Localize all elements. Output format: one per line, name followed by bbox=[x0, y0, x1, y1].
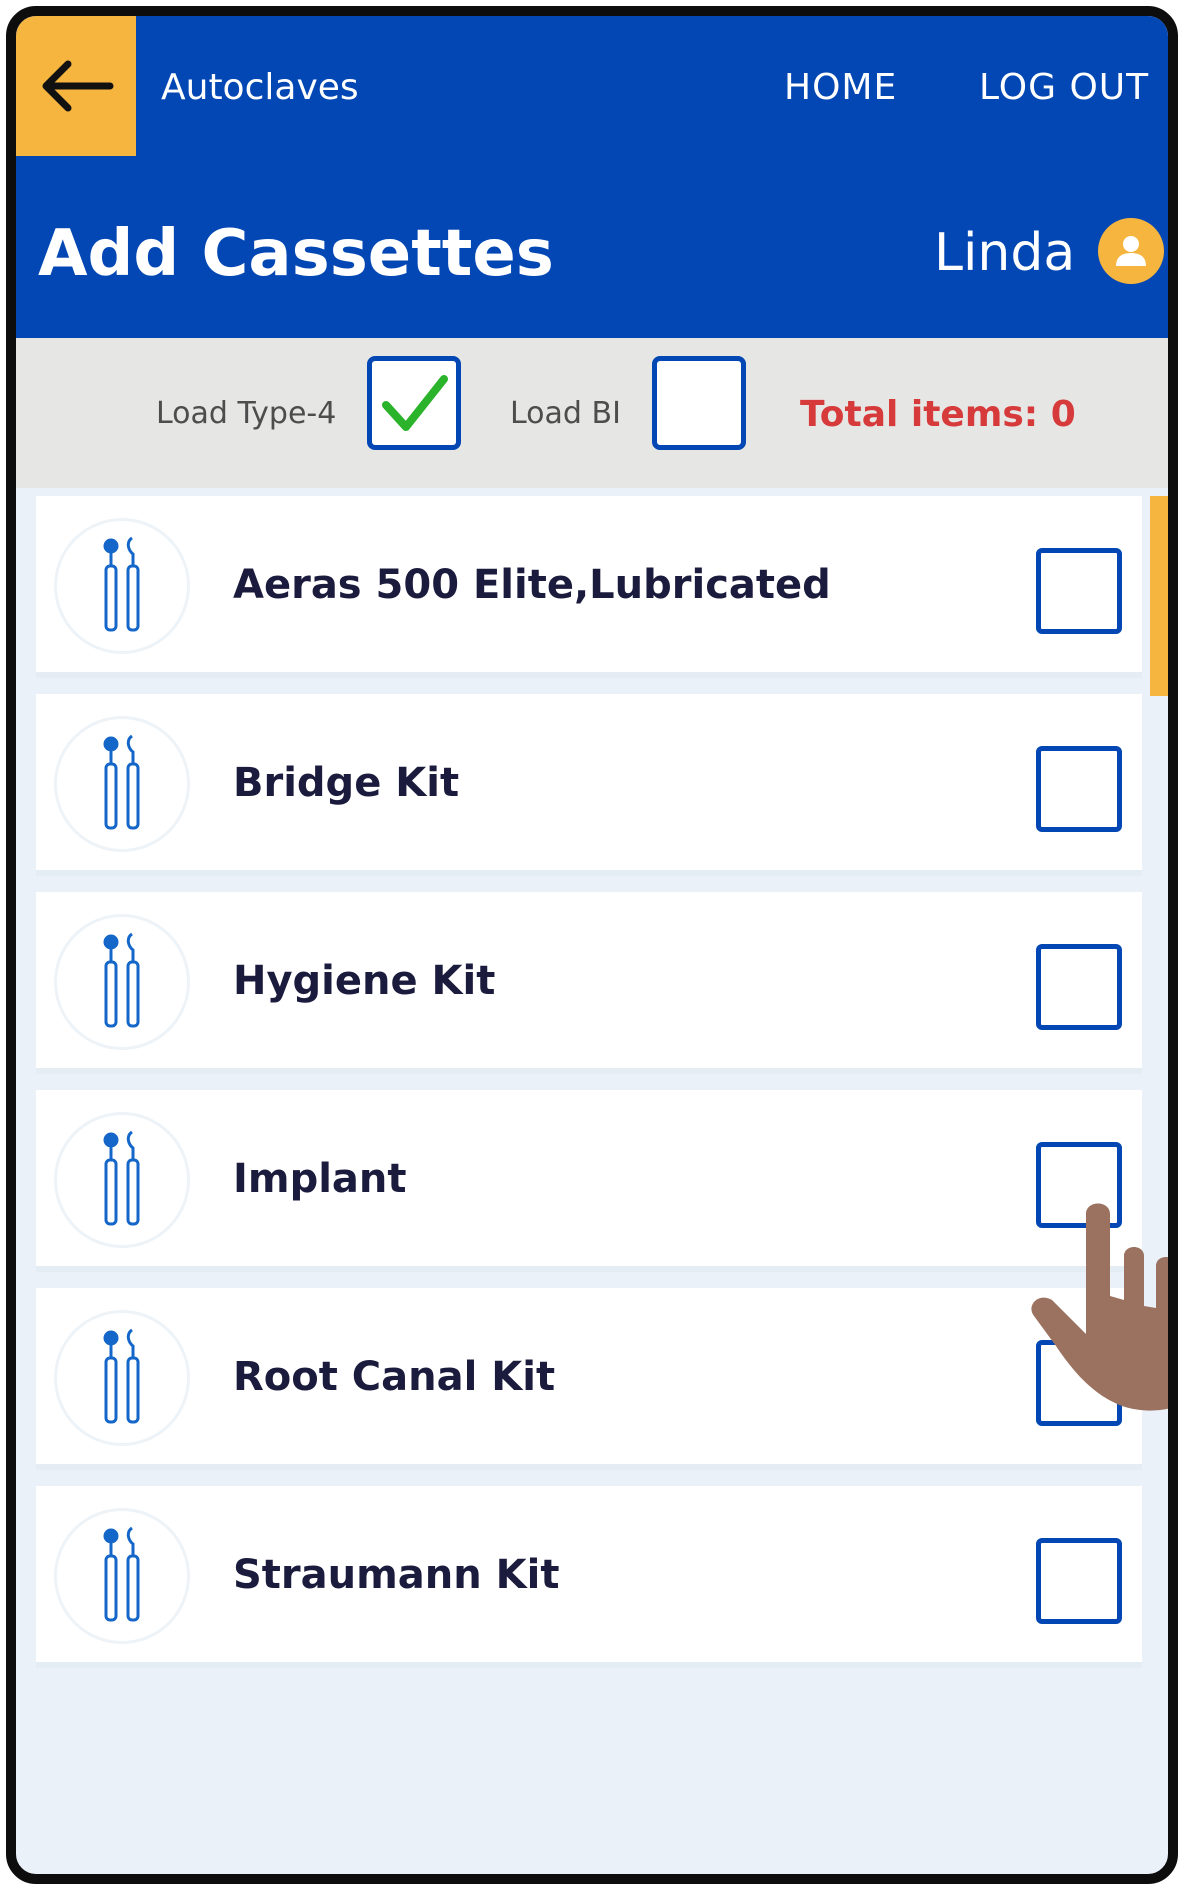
list-item[interactable]: Hygiene Kit bbox=[36, 892, 1142, 1074]
list-item-label: Bridge Kit bbox=[233, 760, 460, 806]
list-item[interactable]: Straumann Kit bbox=[36, 1486, 1142, 1668]
total-items-count: Total items: 0 bbox=[800, 394, 1076, 435]
device-frame: Autoclaves HOME LOG OUT Add Cassettes Li… bbox=[6, 6, 1178, 1884]
list-item-checkbox[interactable] bbox=[1036, 548, 1122, 634]
app-header: Autoclaves HOME LOG OUT Add Cassettes Li… bbox=[16, 16, 1168, 338]
list-item-checkbox[interactable] bbox=[1036, 1340, 1122, 1426]
list-item[interactable]: Implant bbox=[36, 1090, 1142, 1272]
list-item-label: Root Canal Kit bbox=[233, 1354, 556, 1400]
checkmark-icon bbox=[382, 375, 448, 431]
page-title: Add Cassettes bbox=[38, 217, 554, 291]
app-title: Autoclaves bbox=[161, 67, 359, 108]
list-item[interactable]: Bridge Kit bbox=[36, 694, 1142, 876]
logout-link[interactable]: LOG OUT bbox=[979, 68, 1149, 108]
dental-instruments-icon bbox=[54, 1112, 190, 1248]
scrollbar-thumb[interactable] bbox=[1150, 496, 1168, 696]
list-item-checkbox[interactable] bbox=[1036, 1142, 1122, 1228]
list-item-label: Aeras 500 Elite,Lubricated bbox=[233, 562, 831, 608]
dental-instruments-icon bbox=[54, 914, 190, 1050]
load-bi-checkbox[interactable] bbox=[652, 356, 746, 450]
user-icon bbox=[1116, 236, 1146, 266]
list-item-checkbox[interactable] bbox=[1036, 746, 1122, 832]
dental-instruments-icon bbox=[54, 716, 190, 852]
list-item-label: Hygiene Kit bbox=[233, 958, 496, 1004]
arrow-left-icon bbox=[42, 60, 114, 112]
list-item-label: Implant bbox=[233, 1156, 407, 1202]
dental-instruments-icon bbox=[54, 518, 190, 654]
load-type4-checkbox[interactable] bbox=[367, 356, 461, 450]
load-type4-label: Load Type-4 bbox=[156, 396, 337, 431]
back-button[interactable] bbox=[16, 16, 136, 156]
dental-instruments-icon bbox=[54, 1310, 190, 1446]
list-item[interactable]: Root Canal Kit bbox=[36, 1288, 1142, 1470]
home-link[interactable]: HOME bbox=[784, 68, 897, 108]
list-item-checkbox[interactable] bbox=[1036, 1538, 1122, 1624]
list-item-checkbox[interactable] bbox=[1036, 944, 1122, 1030]
dental-instruments-icon bbox=[54, 1508, 190, 1644]
user-name: Linda bbox=[934, 223, 1076, 283]
avatar[interactable] bbox=[1098, 218, 1164, 284]
list-item[interactable]: Aeras 500 Elite,Lubricated bbox=[36, 496, 1142, 678]
list-item-label: Straumann Kit bbox=[233, 1552, 560, 1598]
load-bi-label: Load BI bbox=[510, 396, 621, 431]
